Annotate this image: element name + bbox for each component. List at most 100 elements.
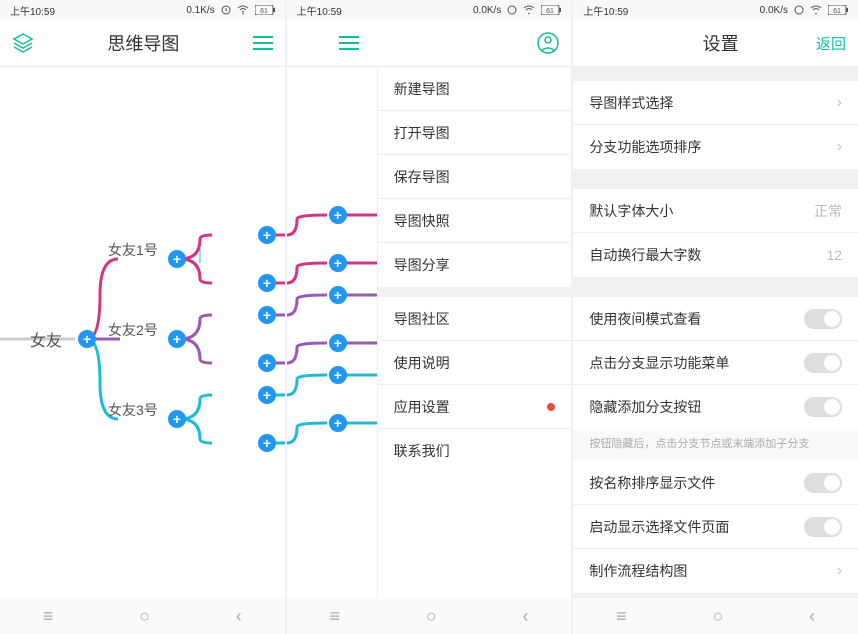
setting-sort-by-name[interactable]: 按名称排序显示文件 [573,461,858,505]
branch-node[interactable]: 女友2号 [108,320,158,340]
add-node-button[interactable]: + [168,250,186,268]
menu-item-snapshot[interactable]: 导图快照 [378,199,572,243]
system-nav-bar: ≡ ○ ‹ [573,598,858,634]
status-time: 上午10:59 [297,3,342,18]
branch-node[interactable]: 女友3号 [108,400,158,420]
alarm-icon [221,5,231,15]
status-speed: 0.0K/s [473,5,501,16]
wifi-icon [237,5,249,15]
status-speed: 0.1K/s [186,5,214,16]
menu-content: + + + + + + 新建导图 打开导图 保存导图 导图快照 导图分享 导图社… [287,67,572,598]
toggle[interactable] [804,473,842,493]
wifi-icon [523,5,535,15]
app-bar: 思维导图 [0,20,285,66]
system-nav-bar: ≡ ○ ‹ [0,598,285,634]
menu-item-help[interactable]: 使用说明 [378,341,572,385]
status-time: 上午10:59 [10,3,55,18]
status-bar: 上午10:59 0.0K/s 61 [573,0,858,20]
setting-night-mode[interactable]: 使用夜间模式查看 [573,297,858,341]
status-bar: 上午10:59 0.1K/s 61 [0,0,285,20]
notification-dot [547,403,555,411]
toggle[interactable] [804,397,842,417]
add-node-button[interactable]: + [258,274,276,292]
setting-font-size[interactable]: 默认字体大小正常 [573,189,858,233]
add-node-button[interactable]: + [78,330,96,348]
app-title: 思维导图 [34,30,253,56]
back-link[interactable]: 返回 [816,33,846,54]
toggle[interactable] [804,353,842,373]
setting-wrap-chars[interactable]: 自动换行最大字数12 [573,233,858,277]
add-node-button[interactable]: + [168,410,186,428]
battery-icon: 61 [828,5,848,15]
setting-branch-order[interactable]: 分支功能选项排序› [573,125,858,169]
toggle[interactable] [804,517,842,537]
mindmap-canvas[interactable]: 女友 + 女友1号 + + + 女友2号 + + + 女友3号 + + + [0,67,285,598]
back-button[interactable]: ‹ [236,606,242,627]
chevron-right-icon: › [837,562,842,580]
battery-icon: 61 [541,5,561,15]
page-title: 设置 [625,30,816,56]
app-bar [287,20,572,66]
menu-item-contact[interactable]: 联系我们 [378,429,572,473]
add-node-button[interactable]: + [329,254,347,272]
add-node-button[interactable]: + [329,286,347,304]
svg-text:61: 61 [546,8,554,15]
screen-settings: 上午10:59 0.0K/s 61 设置 返回 导图样式选择› 分支功能选项排序… [573,0,858,634]
add-node-button[interactable]: + [258,306,276,324]
recent-apps-button[interactable]: ≡ [43,606,54,627]
branch-node[interactable]: 女友1号 [108,240,158,260]
menu-item-share[interactable]: 导图分享 [378,243,572,287]
svg-text:61: 61 [260,8,268,15]
setting-click-menu[interactable]: 点击分支显示功能菜单 [573,341,858,385]
screen-mindmap: 上午10:59 0.1K/s 61 思维导图 [0,0,285,634]
setting-style-select[interactable]: 导图样式选择› [573,81,858,125]
toggle[interactable] [804,309,842,329]
setting-flowchart[interactable]: 制作流程结构图› [573,549,858,593]
app-bar: 设置 返回 [573,20,858,66]
battery-icon: 61 [255,5,275,15]
add-node-button[interactable]: + [258,226,276,244]
add-node-button[interactable]: + [258,386,276,404]
wifi-icon [810,5,822,15]
menu-item-open[interactable]: 打开导图 [378,111,572,155]
chevron-right-icon: › [837,94,842,112]
back-button[interactable]: ‹ [809,606,815,627]
add-node-button[interactable]: + [258,354,276,372]
home-button[interactable]: ○ [712,606,723,627]
status-speed: 0.0K/s [760,5,788,16]
alarm-icon [507,5,517,15]
system-nav-bar: ≡ ○ ‹ [287,598,572,634]
menu-item-community[interactable]: 导图社区 [378,297,572,341]
menu-item-save[interactable]: 保存导图 [378,155,572,199]
back-button[interactable]: ‹ [522,606,528,627]
setting-hide-add[interactable]: 隐藏添加分支按钮 [573,385,858,429]
menu-item-settings[interactable]: 应用设置 [378,385,572,429]
home-button[interactable]: ○ [426,606,437,627]
settings-content[interactable]: 导图样式选择› 分支功能选项排序› 默认字体大小正常 自动换行最大字数12 使用… [573,67,858,598]
add-node-button[interactable]: + [329,206,347,224]
setting-startup-picker[interactable]: 启动显示选择文件页面 [573,505,858,549]
screen-menu: 上午10:59 0.0K/s 61 + + + + + + 新建导图 打开导图 … [287,0,572,634]
menu-icon[interactable] [253,36,273,50]
home-button[interactable]: ○ [139,606,150,627]
alarm-icon [794,5,804,15]
menu-icon[interactable] [339,36,359,50]
mindmap-sliver[interactable]: + + + + + + [287,67,377,598]
add-node-button[interactable]: + [258,434,276,452]
setting-hint: 按钮隐藏后，点击分支节点或末端添加子分支 [573,429,858,461]
add-node-button[interactable]: + [329,414,347,432]
root-node[interactable]: 女友 [30,327,62,351]
add-node-button[interactable]: + [329,366,347,384]
menu-item-new[interactable]: 新建导图 [378,67,572,111]
chevron-right-icon: › [837,138,842,156]
recent-apps-button[interactable]: ≡ [330,606,341,627]
profile-icon[interactable] [537,32,559,54]
svg-text:61: 61 [833,8,841,15]
status-bar: 上午10:59 0.0K/s 61 [287,0,572,20]
layers-icon[interactable] [12,32,34,54]
recent-apps-button[interactable]: ≡ [616,606,627,627]
add-node-button[interactable]: + [168,330,186,348]
add-node-button[interactable]: + [329,334,347,352]
drawer-menu: 新建导图 打开导图 保存导图 导图快照 导图分享 导图社区 使用说明 应用设置 … [377,67,572,598]
status-time: 上午10:59 [583,3,628,18]
